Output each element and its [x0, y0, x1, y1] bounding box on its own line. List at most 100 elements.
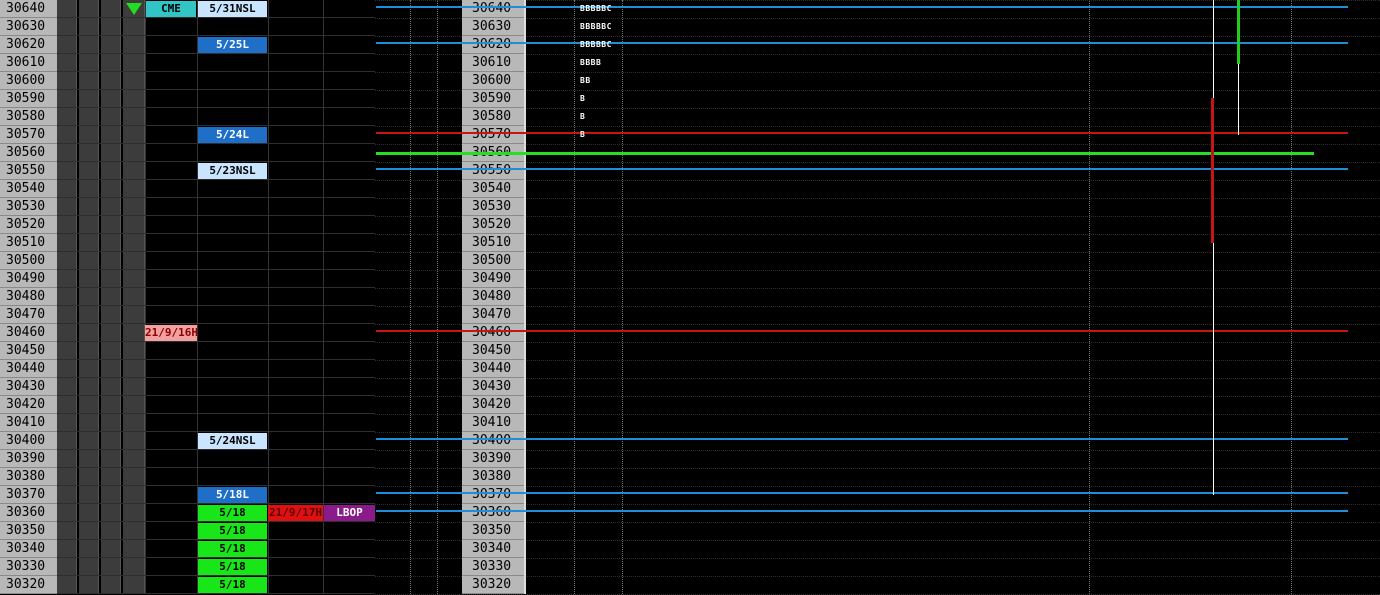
price-cell-middle[interactable]: 30540	[462, 180, 524, 198]
price-cell-middle[interactable]: 30400	[462, 432, 524, 450]
price-cell-left[interactable]: 30630	[0, 18, 57, 36]
price-cell-left[interactable]: 30450	[0, 342, 57, 360]
date-marker[interactable]: 5/23NSL	[198, 163, 267, 179]
price-cell-middle[interactable]: 30380	[462, 468, 524, 486]
grid-row-line	[57, 413, 375, 414]
date-marker[interactable]: 5/18	[198, 559, 267, 575]
grid-col-line	[145, 0, 146, 594]
price-cell-middle[interactable]: 30530	[462, 198, 524, 216]
triangle-down-icon[interactable]	[126, 3, 142, 15]
date-marker[interactable]: 5/18L	[198, 487, 267, 503]
price-cell-middle[interactable]: 30340	[462, 540, 524, 558]
tpo-letters: BB	[580, 76, 591, 85]
price-cell-middle[interactable]: 30640	[462, 0, 524, 18]
price-cell-middle[interactable]: 30480	[462, 288, 524, 306]
price-cell-left[interactable]: 30530	[0, 198, 57, 216]
price-cell-middle[interactable]: 30550	[462, 162, 524, 180]
price-cell-left[interactable]: 30580	[0, 108, 57, 126]
date-marker[interactable]: 5/18	[198, 577, 267, 593]
price-cell-left[interactable]: 30550	[0, 162, 57, 180]
price-cell-middle[interactable]: 30390	[462, 450, 524, 468]
grid-row-line	[57, 575, 375, 576]
grid-row-line	[57, 593, 375, 594]
date-marker[interactable]: 5/18	[198, 523, 267, 539]
price-cell-middle[interactable]: 30420	[462, 396, 524, 414]
grid-row-line	[57, 305, 375, 306]
price-cell-left[interactable]: 30470	[0, 306, 57, 324]
side-marker[interactable]: 21/9/17H	[268, 505, 323, 521]
price-cell-left[interactable]: 30360	[0, 504, 57, 522]
exchange-label: CME	[146, 1, 196, 17]
price-cell-middle[interactable]: 30330	[462, 558, 524, 576]
date-marker[interactable]: 5/18	[198, 541, 267, 557]
price-cell-middle[interactable]: 30490	[462, 270, 524, 288]
tpo-letters: B	[580, 94, 586, 103]
price-cell-middle[interactable]: 30350	[462, 522, 524, 540]
price-cell-left[interactable]: 30370	[0, 486, 57, 504]
price-cell-middle[interactable]: 30500	[462, 252, 524, 270]
price-cell-left[interactable]: 30620	[0, 36, 57, 54]
grid-row-line	[57, 17, 375, 18]
price-cell-left[interactable]: 30590	[0, 90, 57, 108]
level-line-overlay	[462, 330, 526, 332]
price-cell-left[interactable]: 30320	[0, 576, 57, 594]
price-cell-middle[interactable]: 30460	[462, 324, 524, 342]
price-cell-middle[interactable]: 30570	[462, 126, 524, 144]
price-cell-middle[interactable]: 30620	[462, 36, 524, 54]
price-cell-middle[interactable]: 30430	[462, 378, 524, 396]
price-cell-left[interactable]: 30610	[0, 54, 57, 72]
price-cell-left[interactable]: 30420	[0, 396, 57, 414]
side-marker[interactable]: 21/9/16H	[145, 325, 197, 341]
price-cell-left[interactable]: 30350	[0, 522, 57, 540]
price-cell-middle[interactable]: 30440	[462, 360, 524, 378]
price-cell-left[interactable]: 30520	[0, 216, 57, 234]
price-cell-middle[interactable]: 30520	[462, 216, 524, 234]
price-cell-left[interactable]: 30330	[0, 558, 57, 576]
price-cell-left[interactable]: 30640	[0, 0, 57, 18]
level-line-overlay	[462, 6, 526, 8]
tpo-letters: BBBB	[580, 58, 602, 67]
price-cell-left[interactable]: 30600	[0, 72, 57, 90]
price-cell-middle[interactable]: 30450	[462, 342, 524, 360]
date-marker[interactable]: 5/24NSL	[198, 433, 267, 449]
tpo-letters: B	[580, 130, 586, 139]
price-cell-middle[interactable]: 30360	[462, 504, 524, 522]
level-line-overlay	[462, 510, 526, 512]
price-cell-left[interactable]: 30440	[0, 360, 57, 378]
price-cell-left[interactable]: 30500	[0, 252, 57, 270]
price-cell-left[interactable]: 30480	[0, 288, 57, 306]
price-cell-left[interactable]: 30510	[0, 234, 57, 252]
tpo-letters: BBBBBC	[580, 22, 612, 31]
date-marker[interactable]: 5/31NSL	[198, 1, 267, 17]
price-cell-left[interactable]: 30540	[0, 180, 57, 198]
price-cell-left[interactable]: 30460	[0, 324, 57, 342]
date-marker[interactable]: 5/24L	[198, 127, 267, 143]
tpo-letters: BBBBBC	[580, 40, 612, 49]
grid-row-line	[57, 125, 375, 126]
price-cell-middle[interactable]: 30410	[462, 414, 524, 432]
price-cell-left[interactable]: 30400	[0, 432, 57, 450]
grid-row-line	[57, 503, 375, 504]
price-cell-middle[interactable]: 30470	[462, 306, 524, 324]
grid-row-line	[57, 35, 375, 36]
price-cell-left[interactable]: 30380	[0, 468, 57, 486]
price-cell-left[interactable]: 30430	[0, 378, 57, 396]
date-marker[interactable]: 5/18	[198, 505, 267, 521]
price-cell-left[interactable]: 30340	[0, 540, 57, 558]
price-cell-middle[interactable]: 30580	[462, 108, 524, 126]
price-cell-left[interactable]: 30390	[0, 450, 57, 468]
price-cell-left[interactable]: 30490	[0, 270, 57, 288]
price-cell-middle[interactable]: 30590	[462, 90, 524, 108]
date-marker[interactable]: 5/25L	[198, 37, 267, 53]
price-cell-middle[interactable]: 30600	[462, 72, 524, 90]
price-cell-left[interactable]: 30560	[0, 144, 57, 162]
price-cell-left[interactable]: 30570	[0, 126, 57, 144]
price-cell-middle[interactable]: 30630	[462, 18, 524, 36]
price-cell-middle[interactable]: 30370	[462, 486, 524, 504]
side-marker[interactable]: LBOP	[324, 505, 375, 521]
price-cell-middle[interactable]: 30510	[462, 234, 524, 252]
price-cell-left[interactable]: 30410	[0, 414, 57, 432]
price-cell-middle[interactable]: 30610	[462, 54, 524, 72]
grid-row-line	[57, 197, 375, 198]
price-cell-middle[interactable]: 30320	[462, 576, 524, 594]
